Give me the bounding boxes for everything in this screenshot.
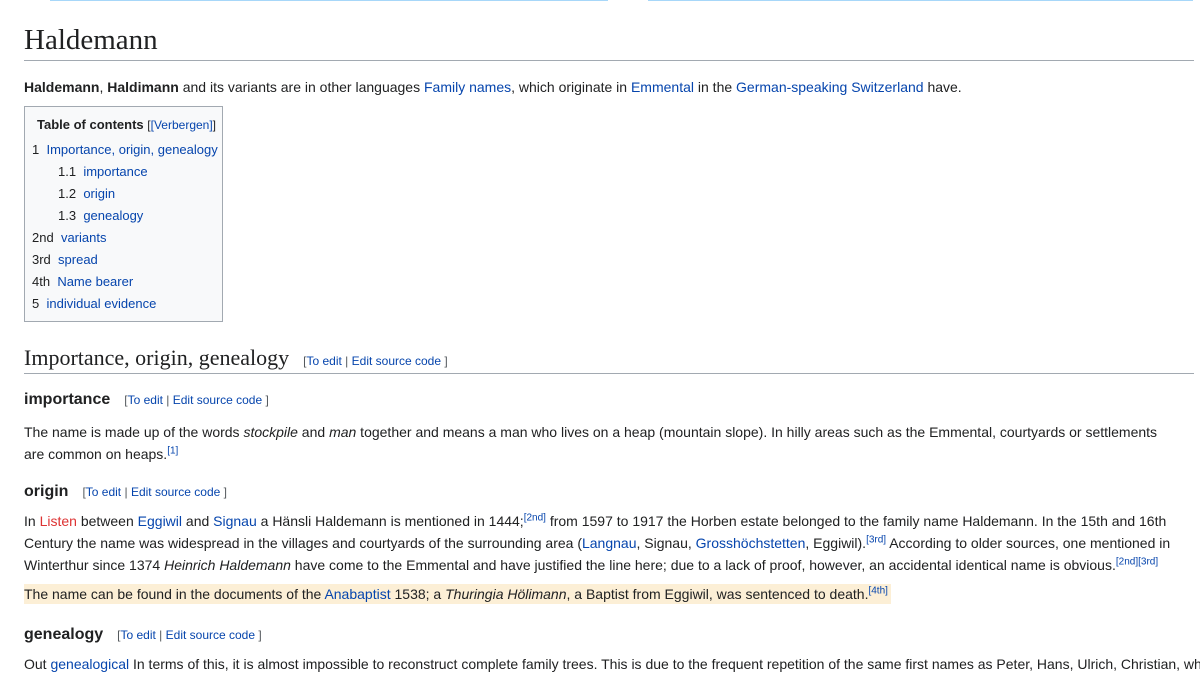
- redlink-listen[interactable]: Listen: [40, 513, 77, 529]
- toc-item-4[interactable]: 4th Name bearer: [32, 274, 133, 289]
- origin-line-1: In Listen between Eggiwil and Signau a H…: [24, 512, 1167, 529]
- edit-link[interactable]: To edit: [86, 485, 121, 499]
- link-emmental[interactable]: Emmental: [631, 79, 694, 95]
- link-langnau[interactable]: Langnau: [582, 535, 637, 551]
- edit-source-link[interactable]: Edit source code: [352, 354, 441, 368]
- toc-hide-toggle[interactable]: [[Verbergen]]: [147, 118, 216, 132]
- toc-item-5[interactable]: 5 individual evidence: [32, 296, 156, 311]
- link-eggiwil[interactable]: Eggiwil: [138, 513, 182, 529]
- table-of-contents: Table of contents [[Verbergen]] 1 Import…: [24, 106, 223, 322]
- genealogy-line-1: Out genealogical In terms of this, it is…: [24, 656, 1200, 672]
- reference-2nd[interactable]: [2nd]: [524, 512, 546, 523]
- link-german-switzerland[interactable]: German-speaking Switzerland: [736, 79, 924, 95]
- link-anabaptist[interactable]: Anabaptist: [324, 586, 390, 602]
- origin-line-4-highlighted: The name can be found in the documents o…: [24, 584, 891, 604]
- edit-source-link[interactable]: Edit source code: [131, 485, 220, 499]
- reference-4th[interactable]: [4th]: [868, 585, 887, 596]
- link-signau[interactable]: Signau: [213, 513, 257, 529]
- reference-3rd[interactable]: [3rd]: [866, 534, 886, 545]
- importance-paragraph: The name is made up of the words stockpi…: [24, 424, 1158, 462]
- highlighted-sentence: The name can be found in the documents o…: [24, 584, 891, 604]
- edit-link[interactable]: To edit: [306, 354, 341, 368]
- lead-bold-name: Haldemann: [24, 79, 100, 95]
- toc-item-2[interactable]: 2nd variants: [32, 230, 106, 245]
- toc-title: Table of contents: [37, 117, 144, 132]
- link-genealogical[interactable]: genealogical: [50, 656, 129, 672]
- toc-item-1[interactable]: 1 Importance, origin, genealogy: [32, 142, 218, 157]
- origin-line-3: Winterthur since 1374 Heinrich Haldemann…: [24, 556, 1159, 573]
- section-heading-origin: origin [To edit | Edit source code ]: [24, 483, 227, 500]
- toc-item-1-2[interactable]: 1.2 origin: [58, 186, 115, 201]
- origin-line-2: Century the name was widespread in the v…: [24, 534, 1171, 551]
- page-title: Haldemann: [24, 24, 158, 56]
- edit-section-importance: [To edit | Edit source code ]: [124, 393, 269, 407]
- toc-item-3[interactable]: 3rd spread: [32, 252, 98, 267]
- edit-source-link[interactable]: Edit source code: [173, 393, 262, 407]
- toc-item-1-1[interactable]: 1.1 importance: [58, 164, 148, 179]
- edit-section-origin: [To edit | Edit source code ]: [82, 485, 227, 499]
- link-family-names[interactable]: Family names: [424, 79, 511, 95]
- edit-link[interactable]: To edit: [128, 393, 163, 407]
- edit-section-main: [To edit | Edit source code ]: [303, 354, 448, 368]
- toc-hide-link[interactable]: [Verbergen]: [151, 118, 213, 132]
- lead-bold-variant: Haldimann: [107, 79, 179, 95]
- section-heading-genealogy: genealogy [To edit | Edit source code ]: [24, 626, 262, 643]
- edit-source-link[interactable]: Edit source code: [166, 628, 255, 642]
- edit-link[interactable]: To edit: [120, 628, 155, 642]
- title-divider: [24, 60, 1194, 61]
- section-divider: [24, 373, 1194, 374]
- section-heading-importance: importance [To edit | Edit source code ]: [24, 391, 269, 408]
- link-grosshochstetten[interactable]: Grosshöchstetten: [696, 535, 806, 551]
- top-tab-strip: [0, 0, 1200, 2]
- edit-section-genealogy: [To edit | Edit source code ]: [117, 628, 262, 642]
- lead-paragraph: Haldemann, Haldimann and its variants ar…: [24, 79, 962, 95]
- reference-2nd-3rd[interactable]: [2nd][3rd]: [1116, 556, 1158, 567]
- section-heading-main: Importance, origin, genealogy [To edit | …: [24, 345, 448, 370]
- reference-1[interactable]: [1]: [167, 445, 178, 456]
- toc-item-1-3[interactable]: 1.3 genealogy: [58, 208, 143, 223]
